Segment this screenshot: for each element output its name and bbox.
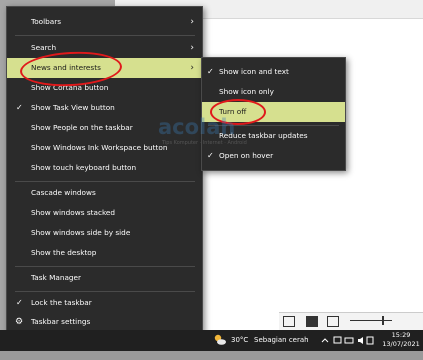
submenu-item-reduce-taskbar-updates[interactable]: Reduce taskbar updates (202, 126, 345, 146)
zoom-slider-track[interactable] (350, 320, 392, 321)
submenu-item-show-icon-and-text[interactable]: ✓ Show icon and text (202, 62, 345, 82)
menu-item-show-the-desktop[interactable]: Show the desktop (7, 243, 202, 263)
menu-item-show-touch-keyboard[interactable]: Show touch keyboard button (7, 158, 202, 178)
menu-item-label: Show People on the taskbar (31, 123, 133, 132)
battery-icon (344, 337, 354, 344)
menu-divider (15, 35, 195, 36)
menu-divider (15, 291, 195, 292)
menu-item-label: Search (31, 43, 57, 52)
menu-item-task-manager[interactable]: Task Manager (7, 268, 202, 288)
submenu-item-label: Reduce taskbar updates (219, 131, 308, 140)
checkmark-icon: ✓ (207, 151, 214, 160)
menu-item-label: Show Windows Ink Workspace button (31, 143, 168, 152)
menu-item-label: Show windows stacked (31, 208, 116, 217)
speaker-icon (358, 337, 363, 344)
menu-divider (15, 266, 195, 267)
submenu-item-show-icon-only[interactable]: Show icon only (202, 82, 345, 102)
menu-item-label: Cascade windows (31, 188, 96, 197)
menu-divider (15, 181, 195, 182)
menu-item-taskbar-settings[interactable]: ⚙ Taskbar settings (7, 312, 202, 332)
menu-item-label: Show Task View button (31, 103, 115, 112)
weather-partly-cloudy-icon[interactable] (213, 330, 227, 351)
menu-item-show-windows-side-by-side[interactable]: Show windows side by side (7, 223, 202, 243)
submenu-item-label: Show icon and text (219, 67, 289, 76)
submenu-item-label: Turn off (219, 107, 247, 116)
menu-item-label: Show Cortana button (31, 83, 109, 92)
menu-item-show-cortana-button[interactable]: Show Cortana button (7, 78, 202, 98)
checkmark-icon: ✓ (16, 103, 23, 112)
checkmark-icon: ✓ (16, 298, 23, 307)
notification-icon (366, 336, 374, 345)
gear-icon: ⚙ (15, 317, 24, 327)
menu-item-label: Task Manager (31, 273, 82, 282)
taskbar-clock[interactable]: 15:29 13/07/2021 (381, 331, 421, 352)
menu-item-label: Show touch keyboard button (31, 163, 137, 172)
menu-item-show-windows-stacked[interactable]: Show windows stacked (7, 203, 202, 223)
zoom-slider-knob[interactable] (382, 316, 384, 325)
clock-date: 13/07/2021 (382, 340, 420, 348)
menu-item-label: Taskbar settings (31, 317, 91, 326)
menu-item-label: Show windows side by side (31, 228, 131, 237)
chevron-up-icon (321, 338, 329, 343)
menu-item-show-windows-ink[interactable]: Show Windows Ink Workspace button (7, 138, 202, 158)
chevron-right-icon: › (190, 17, 194, 27)
menu-item-lock-the-taskbar[interactable]: ✓ Lock the taskbar (7, 293, 202, 313)
menu-item-label: Lock the taskbar (31, 298, 92, 307)
checkmark-icon: ✓ (207, 67, 214, 76)
taskbar: 30°C Sebagian cerah 15:29 13/07/2021 (0, 330, 423, 351)
chevron-right-icon: › (190, 43, 194, 53)
weather-condition[interactable]: Sebagian cerah (254, 330, 309, 351)
view-icon[interactable] (306, 316, 318, 327)
menu-item-label: Show the desktop (31, 248, 97, 257)
submenu-item-open-on-hover[interactable]: ✓ Open on hover (202, 146, 345, 166)
submenu-item-label: Show icon only (219, 87, 274, 96)
menu-item-toolbars[interactable]: Toolbars › (7, 12, 202, 32)
menu-item-news-and-interests[interactable]: News and interests › (7, 58, 202, 78)
menu-item-search[interactable]: Search › (7, 38, 202, 58)
view-icon[interactable] (283, 316, 295, 327)
news-and-interests-submenu: ✓ Show icon and text Show icon only Turn… (201, 57, 346, 171)
weather-temperature[interactable]: 30°C (231, 330, 248, 351)
clock-time: 15:29 (391, 331, 411, 339)
menu-item-label: Toolbars (31, 17, 62, 26)
system-tray (320, 330, 374, 351)
menu-item-cascade-windows[interactable]: Cascade windows (7, 183, 202, 203)
window-status-strip (279, 312, 423, 330)
submenu-item-turn-off[interactable]: Turn off (202, 102, 345, 122)
submenu-item-label: Open on hover (219, 151, 274, 160)
menu-item-show-people[interactable]: Show People on the taskbar (7, 118, 202, 138)
menu-item-show-task-view-button[interactable]: ✓ Show Task View button (7, 98, 202, 118)
taskbar-context-menu: Toolbars › Search › News and interests ›… (6, 6, 203, 334)
view-icon[interactable] (327, 316, 339, 327)
network-icon (333, 336, 342, 344)
chevron-right-icon: › (190, 63, 194, 73)
menu-item-label: News and interests (31, 63, 101, 72)
